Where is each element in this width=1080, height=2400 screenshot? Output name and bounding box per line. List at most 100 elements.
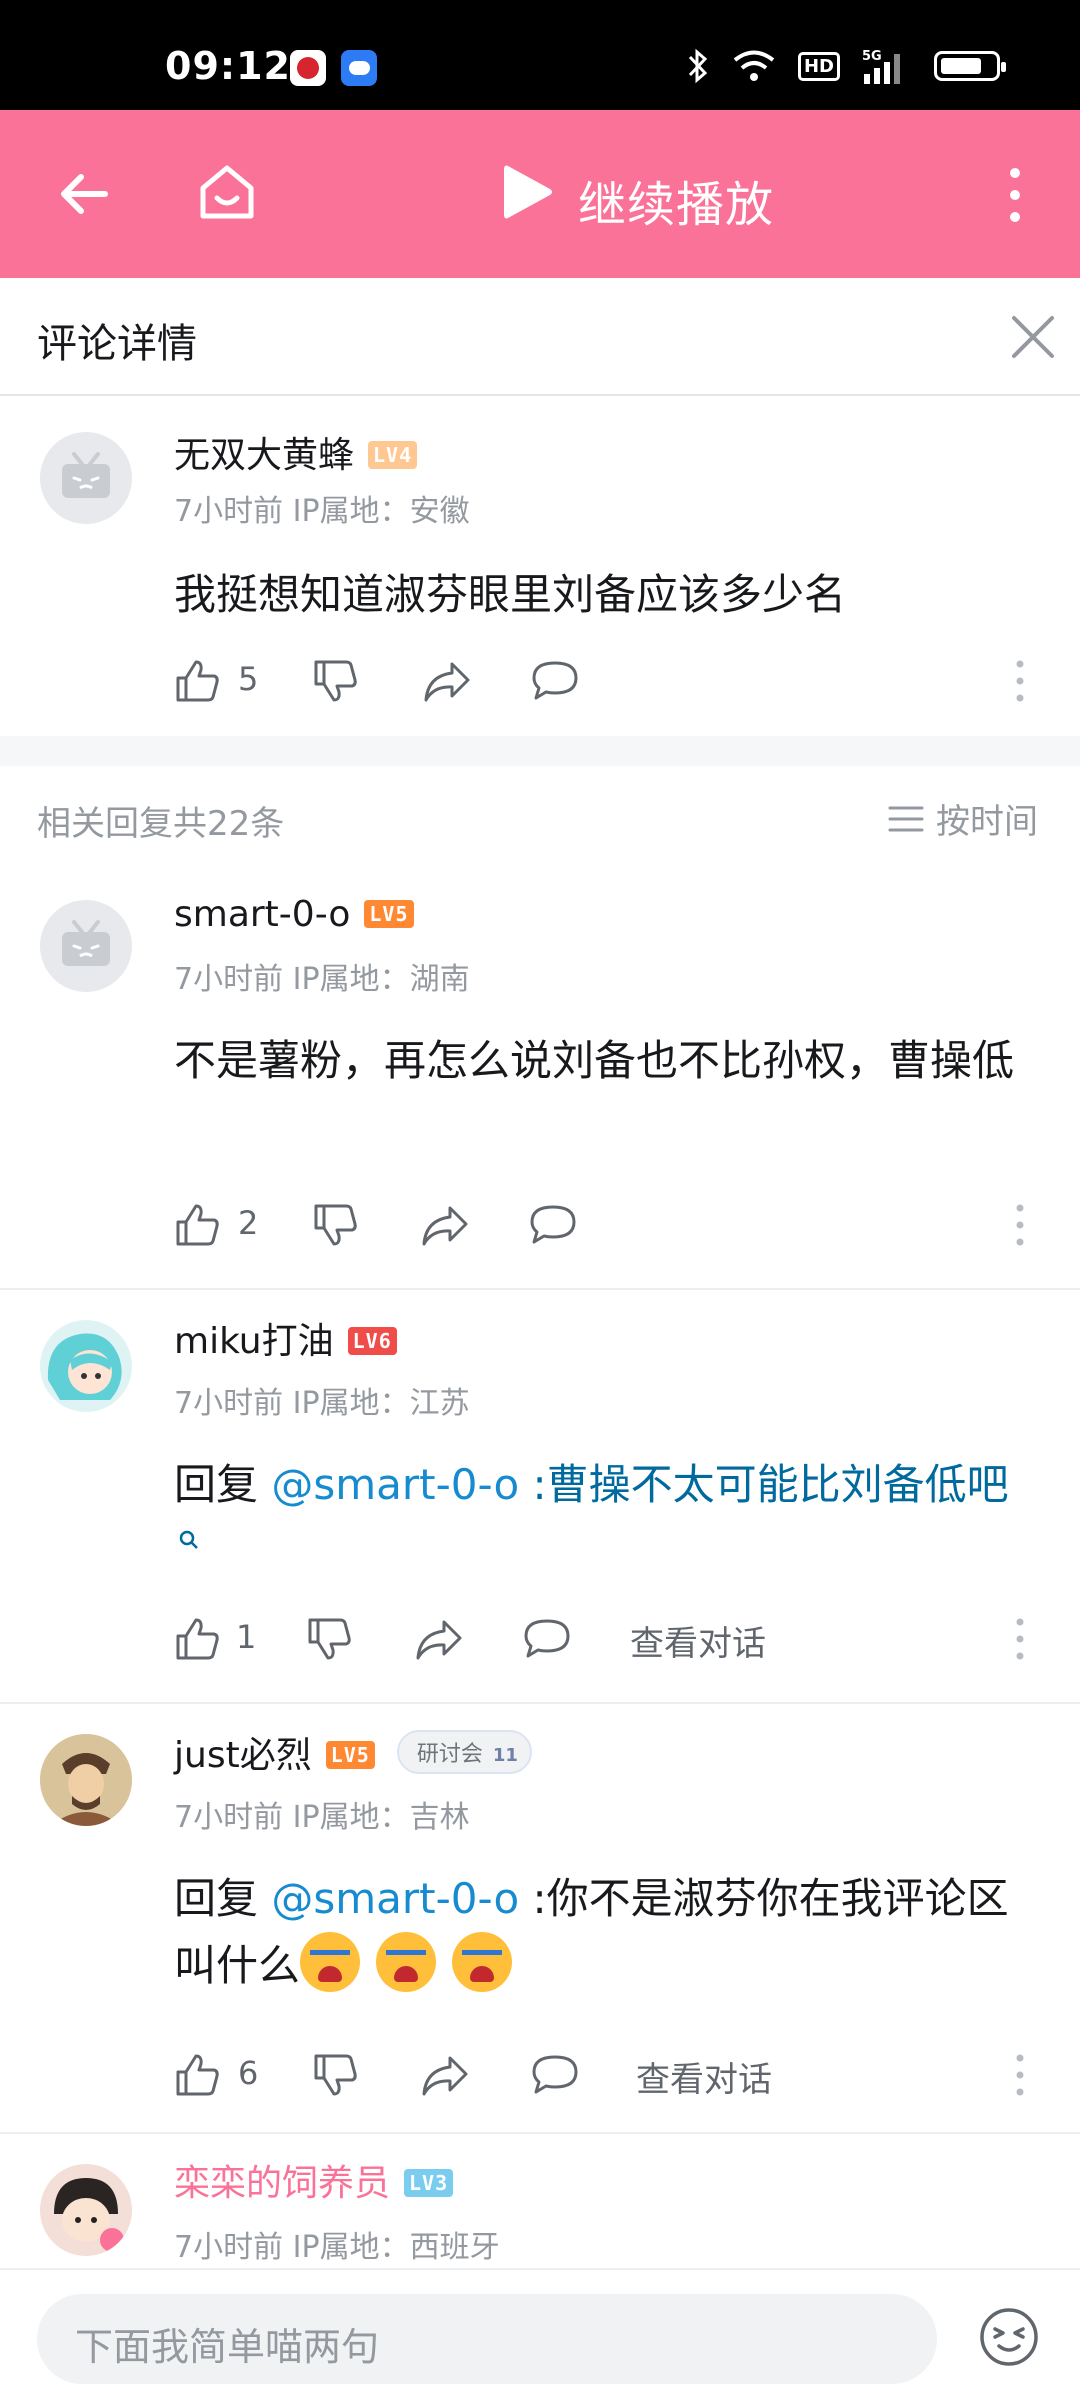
like-icon[interactable] [174, 2052, 220, 2102]
mention-link[interactable]: @smart-0-o [271, 1460, 519, 1509]
cartoon-avatar-icon [54, 2178, 124, 2252]
portrait-avatar-icon [40, 1734, 132, 1826]
continue-play-button[interactable]: 继续播放 [578, 165, 774, 235]
username[interactable]: just必烈 LV5 研讨会 11 [174, 1726, 532, 1778]
comment-content: 我挺想知道淑芬眼里刘备应该多少名 [174, 570, 847, 619]
reply-icon[interactable] [528, 1202, 578, 1252]
view-conversation-link[interactable]: 查看对话 [630, 1616, 766, 1665]
more-vertical-icon[interactable] [1005, 165, 1025, 229]
like-count: 2 [238, 1204, 259, 1242]
status-time: 09:12 [165, 44, 291, 88]
comment-content: 回复 @smart-0-o :你不是淑芬你在我评论区叫什么 [174, 1866, 1034, 1999]
crying-emoji-icon [300, 1932, 361, 1992]
wifi-icon [733, 50, 775, 81]
replies-header: 相关回复共22条 按时间 [0, 766, 1080, 876]
reply-item: smart-0-o LV5 7小时前 IP属地：湖南 不是薯粉，再怎么说刘备也不比… [0, 876, 1080, 1290]
comment-meta: 7小时前 IP属地：西班牙 [174, 2222, 500, 2266]
mention-link[interactable]: @smart-0-o [271, 1874, 519, 1923]
username[interactable]: 无双大黄蜂 LV4 [174, 426, 418, 478]
username-text[interactable]: smart-0-o [174, 894, 350, 935]
battery-icon [934, 51, 1006, 81]
search-icon[interactable] [178, 1529, 200, 1551]
comment-actions: 6 查看对话 [174, 2044, 1054, 2104]
play-icon[interactable] [500, 160, 556, 228]
ip-location: IP属地：西班牙 [292, 2230, 500, 2265]
hd-badge: HD [797, 51, 840, 81]
sort-label[interactable]: 按时间 [936, 794, 1038, 843]
avatar[interactable] [40, 2164, 132, 2256]
reply-icon[interactable] [522, 1616, 572, 1666]
status-bar: 09:12 HD 5G [0, 0, 1080, 110]
avatar[interactable] [40, 1320, 132, 1412]
username[interactable]: smart-0-o LV5 [174, 894, 414, 935]
dislike-icon[interactable] [312, 2052, 358, 2102]
back-arrow-icon[interactable] [55, 164, 115, 228]
crying-emoji-icon [452, 1932, 513, 1992]
comment-input[interactable]: 下面我简单喵两句 [37, 2294, 937, 2384]
dislike-icon[interactable] [306, 1616, 352, 1666]
reply-item: 栾栾的饲养员 LV3 7小时前 IP属地：西班牙 [0, 2134, 1080, 2268]
share-icon[interactable] [414, 1616, 464, 1666]
comment-meta: 7小时前 IP属地：江苏 [174, 1378, 470, 1422]
anime-avatar-icon [47, 1333, 122, 1400]
sort-list-icon [888, 806, 924, 831]
view-conversation-link[interactable]: 查看对话 [636, 2052, 772, 2101]
avatar[interactable] [40, 432, 132, 524]
comment-meta: 7小时前 IP属地：安徽 [174, 486, 470, 530]
username-text[interactable]: just必烈 [174, 1735, 312, 1776]
username-text[interactable]: 无双大黄蜂 [174, 435, 354, 476]
level-badge: LV5 [325, 1741, 375, 1769]
app-bar: 继续播放 [0, 110, 1080, 278]
comment-time: 7小时前 [174, 962, 284, 997]
like-icon[interactable] [174, 1202, 220, 1252]
reply-icon[interactable] [530, 658, 580, 708]
comment-detail-header: 评论详情 [0, 278, 1080, 396]
notification-app-icon [290, 50, 326, 86]
share-icon[interactable] [422, 658, 472, 708]
fan-medal-badge[interactable]: 研讨会 11 [396, 1730, 532, 1774]
reply-item: miku打油 LV6 7小时前 IP属地：江苏 回复 @smart-0-o :曹操… [0, 1290, 1080, 1704]
sort-by-time-button[interactable]: 按时间 [888, 794, 1038, 843]
emoji-picker-icon[interactable] [978, 2306, 1040, 2372]
reply-icon[interactable] [530, 2052, 580, 2102]
like-count: 1 [236, 1618, 257, 1656]
more-options-icon[interactable] [1014, 658, 1026, 708]
comment-time: 7小时前 [174, 2230, 284, 2265]
bluetooth-icon [688, 48, 708, 84]
dislike-icon[interactable] [312, 658, 358, 708]
comment-content: 回复 @smart-0-o :曹操不太可能比刘备低吧 [174, 1452, 1034, 1584]
comment-time: 7小时前 [174, 1800, 284, 1835]
comment-time: 7小时前 [174, 1386, 284, 1421]
reply-prefix: 回复 [174, 1460, 259, 1509]
username-text[interactable]: miku打油 [174, 1321, 334, 1362]
username[interactable]: miku打油 LV6 [174, 1312, 397, 1364]
avatar[interactable] [40, 900, 132, 992]
reply-prefix: 回复 [174, 1874, 259, 1923]
status-icons: HD 5G [686, 48, 1006, 84]
reply-item: just必烈 LV5 研讨会 11 7小时前 IP属地：吉林 回复 @smart-0-… [0, 1704, 1080, 2134]
like-count: 5 [238, 660, 259, 698]
comment-meta: 7小时前 IP属地：湖南 [174, 954, 470, 998]
like-icon[interactable] [174, 658, 220, 708]
svg-text:5G: 5G [862, 49, 882, 64]
close-icon[interactable] [1010, 314, 1056, 364]
more-options-icon[interactable] [1014, 1616, 1026, 1666]
share-icon[interactable] [420, 2052, 470, 2102]
level-badge: LV5 [364, 900, 414, 928]
avatar[interactable] [40, 1734, 132, 1826]
comment-actions: 1 查看对话 [174, 1608, 1054, 1668]
ip-location: IP属地：吉林 [292, 1800, 470, 1835]
more-options-icon[interactable] [1014, 2052, 1026, 2102]
dislike-icon[interactable] [312, 1202, 358, 1252]
username[interactable]: 栾栾的饲养员 LV3 [174, 2154, 454, 2206]
root-comment: 无双大黄蜂 LV4 7小时前 IP属地：安徽 我挺想知道淑芬眼里刘备应该多少名 5 [0, 398, 1080, 736]
share-icon[interactable] [420, 1202, 470, 1252]
comment-content: 不是薯粉，再怎么说刘备也不比孙权，曹操低 [174, 1036, 1015, 1085]
ip-location: IP属地：江苏 [292, 1386, 470, 1421]
level-badge: LV4 [368, 441, 418, 469]
home-icon[interactable] [195, 160, 259, 228]
ip-location: IP属地：湖南 [292, 962, 470, 997]
more-options-icon[interactable] [1014, 1202, 1026, 1252]
username-text[interactable]: 栾栾的饲养员 [174, 2163, 390, 2204]
like-icon[interactable] [174, 1616, 220, 1666]
